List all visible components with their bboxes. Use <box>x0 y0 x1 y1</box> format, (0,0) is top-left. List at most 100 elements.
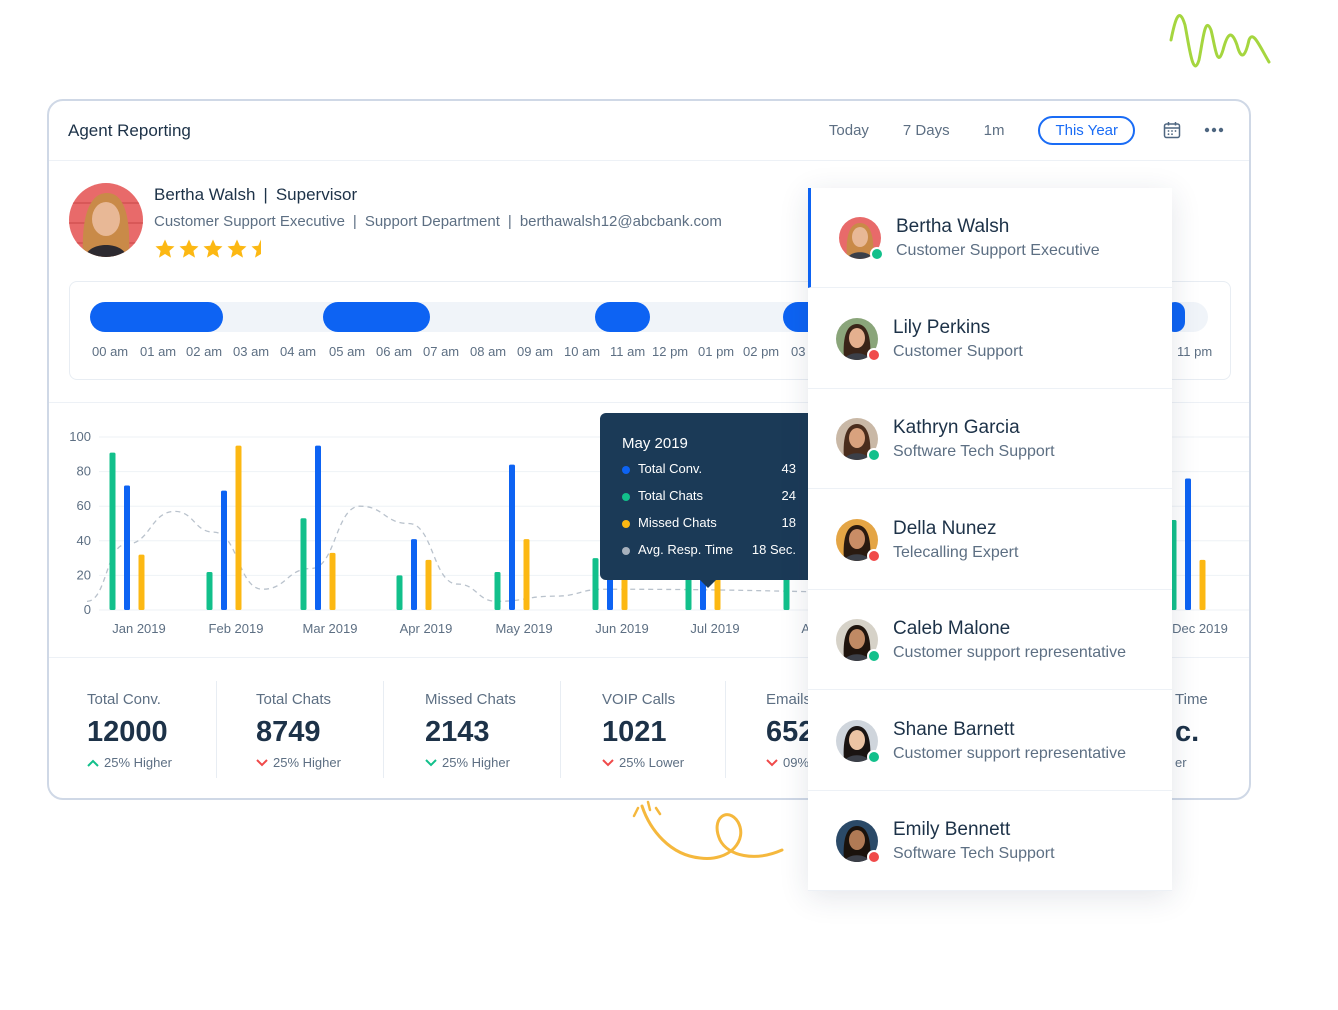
agent-list-item[interactable]: Caleb Malone Customer support representat… <box>808 590 1172 690</box>
status-online-indicator <box>870 247 884 261</box>
agent-role: Software Tech Support <box>893 443 1055 460</box>
agent-list-item[interactable]: Shane Barnett Customer support representa… <box>808 691 1172 791</box>
activity-segment[interactable] <box>323 302 430 332</box>
arrow-down-icon <box>766 758 778 766</box>
filter-7-days[interactable]: 7 Days <box>903 122 950 139</box>
profile-department: Support Department <box>364 213 500 230</box>
agent-list-item[interactable]: Kathryn Garcia Software Tech Support <box>808 389 1172 489</box>
activity-segment[interactable] <box>90 302 223 332</box>
filter-1m[interactable]: 1m <box>984 122 1005 139</box>
chart-bar[interactable] <box>124 485 130 610</box>
status-online-indicator <box>867 448 881 462</box>
chart-bar[interactable] <box>329 552 336 610</box>
arrow-down-icon <box>425 758 437 766</box>
timeline-hour-label: 06 am <box>376 344 413 359</box>
chart-bar[interactable] <box>396 575 403 610</box>
y-tick-label: 20 <box>77 567 91 582</box>
y-tick-label: 80 <box>77 464 91 479</box>
chart-bar[interactable] <box>138 554 145 610</box>
activity-segment[interactable] <box>595 302 650 332</box>
kpi-card: Total Conv. 12000 25% Higher <box>87 691 172 770</box>
status-busy-indicator <box>867 347 881 362</box>
arrow-down-icon <box>602 758 614 766</box>
profile-name-line: Bertha Walsh | Supervisor <box>154 185 357 205</box>
avatar <box>836 518 881 563</box>
chart-bar[interactable] <box>425 559 432 610</box>
tooltip-label: Total Chats <box>638 488 704 503</box>
tooltip-row: Avg. Resp. Time 18 Sec. <box>622 542 796 562</box>
x-tick-label: Feb 2019 <box>209 621 264 636</box>
status-online-indicator <box>867 649 881 663</box>
tooltip-title: May 2019 <box>622 435 688 452</box>
chart-bar[interactable] <box>523 539 530 610</box>
legend-dot <box>622 466 630 474</box>
chart-bar[interactable] <box>235 445 242 610</box>
kpi-label: VOIP Calls <box>602 691 676 708</box>
chart-bar[interactable] <box>109 452 116 610</box>
avatar <box>836 619 881 663</box>
chart-bar[interactable] <box>315 445 321 610</box>
chart-bar[interactable] <box>592 558 599 610</box>
status-busy-indicator <box>867 850 881 864</box>
agent-name: Kathryn Garcia <box>893 417 1020 438</box>
profile-role: Customer Support Executive <box>154 213 345 230</box>
kpi-label: Total Chats <box>256 691 332 708</box>
profile-title: Supervisor <box>275 185 358 204</box>
tooltip-label: Avg. Resp. Time <box>638 542 734 557</box>
rating-stars <box>154 238 274 260</box>
filter-today[interactable]: Today <box>829 122 869 139</box>
timeline-hour-label: 03 <box>791 344 806 359</box>
separator: | <box>352 213 357 230</box>
kpi-trend: 25% Higher <box>256 755 341 770</box>
kpi-label: Time <box>1175 691 1208 708</box>
timeline-hour-label: 10 am <box>564 344 601 359</box>
agent-list-item[interactable]: Lily Perkins Customer Support <box>808 289 1172 389</box>
star-half-icon <box>250 238 272 260</box>
chart-bar[interactable] <box>411 539 417 610</box>
kpi-value: c. <box>1175 716 1200 748</box>
chart-bar[interactable] <box>494 571 501 610</box>
agent-list-panel: Bertha Walsh Customer Support Executive Li… <box>808 188 1172 891</box>
x-tick-label: Dec 2019 <box>1172 621 1228 636</box>
avatar <box>836 719 881 764</box>
timeline-hour-label: 02 pm <box>743 344 780 359</box>
agent-name: Shane Barnett <box>893 718 1015 740</box>
agent-list-item[interactable]: Emily Bennett Software Tech Support <box>808 791 1172 891</box>
timeline-hour-label: 01 am <box>140 344 177 359</box>
agent-role: Telecalling Expert <box>893 543 1019 561</box>
calendar-icon[interactable] <box>1161 119 1183 141</box>
card-header: Agent Reporting Today 7 Days 1m This Yea… <box>49 101 1249 161</box>
chart-bar[interactable] <box>685 575 692 610</box>
timeline-hour-label: 05 am <box>329 344 366 359</box>
tooltip-row: Total Conv. 43 <box>622 461 796 481</box>
tooltip-row: Total Chats 24 <box>622 488 796 508</box>
more-options-icon[interactable] <box>1203 119 1225 141</box>
stage: Agent Reporting Today 7 Days 1m This Yea… <box>0 0 1338 1010</box>
kpi-trend-text: 25% Higher <box>104 755 172 770</box>
y-tick-label: 0 <box>84 602 91 617</box>
x-tick-label: Jul 2019 <box>690 621 739 636</box>
agent-name: Bertha Walsh <box>896 216 1010 237</box>
agent-list-item[interactable]: Bertha Walsh Customer Support Executive <box>808 188 1172 288</box>
chart-bar[interactable] <box>300 518 307 610</box>
separator: | <box>507 213 512 230</box>
x-tick-label: Apr 2019 <box>400 621 453 636</box>
chart-bar[interactable] <box>1185 478 1191 610</box>
x-tick-label: Mar 2019 <box>303 621 358 636</box>
chart-tooltip: May 2019 Total Conv. 43 Total Chats 24 Misse… <box>600 413 820 588</box>
chart-bar[interactable] <box>1199 559 1206 610</box>
kpi-trend: 25% Higher <box>87 755 172 770</box>
profile-email[interactable]: berthawalsh12@abcbank.com <box>520 213 722 230</box>
y-tick-label: 40 <box>77 533 91 548</box>
chart-bar[interactable] <box>509 464 515 610</box>
kpi-card: Time c. er <box>1175 691 1208 770</box>
agent-role: Customer Support <box>893 342 1023 360</box>
chart-bar[interactable] <box>206 571 213 610</box>
star-full-icon <box>178 238 200 260</box>
agent-list-item[interactable]: Della Nunez Telecalling Expert <box>808 490 1172 590</box>
chart-bar[interactable] <box>221 490 227 610</box>
agent-role: Software Tech Support <box>893 845 1055 862</box>
tooltip-label: Missed Chats <box>638 515 717 530</box>
filter-this-year[interactable]: This Year <box>1038 115 1135 145</box>
kpi-separator <box>560 681 561 778</box>
